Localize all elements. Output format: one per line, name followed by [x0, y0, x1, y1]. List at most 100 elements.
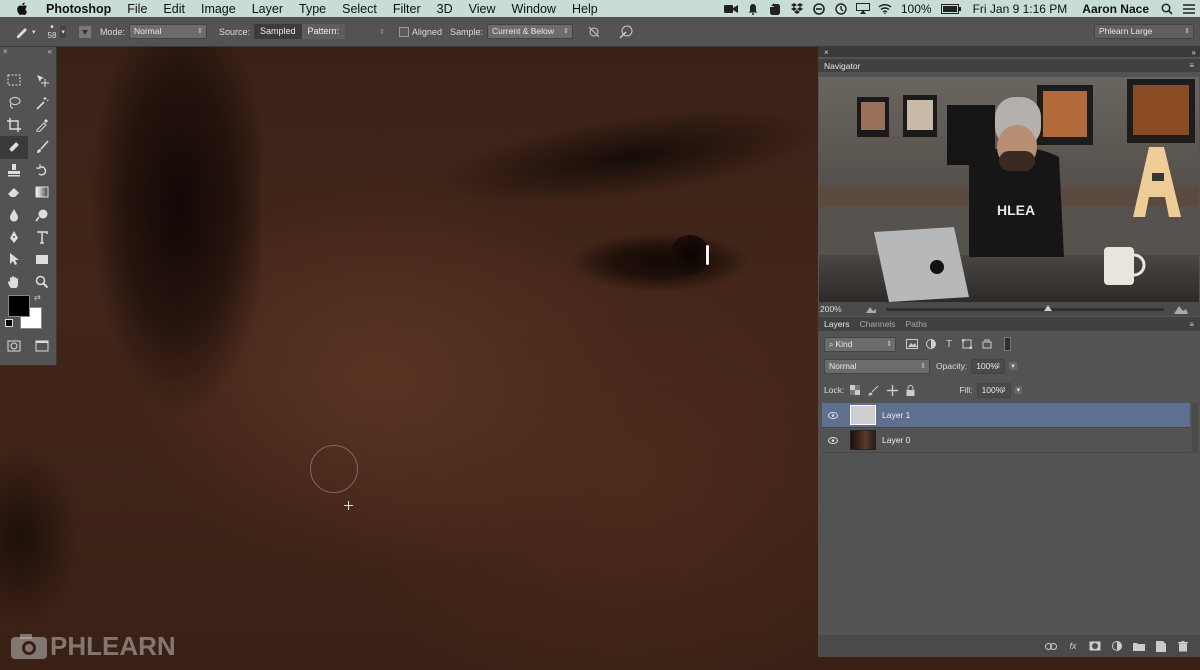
menu-filter[interactable]: Filter — [393, 2, 421, 16]
source-pattern-option[interactable]: Pattern: — [301, 24, 346, 39]
filter-adjustment-icon[interactable] — [926, 339, 936, 349]
layer-1-name[interactable]: Layer 1 — [882, 410, 910, 420]
facetime-icon[interactable] — [723, 3, 738, 15]
gradient-tool[interactable] — [28, 181, 56, 203]
add-mask-icon[interactable] — [1088, 640, 1102, 652]
layer-0-name[interactable]: Layer 0 — [882, 435, 910, 445]
marquee-tool[interactable] — [0, 69, 28, 91]
healing-brush-tool-icon[interactable] — [14, 25, 30, 39]
foreground-color-swatch[interactable] — [8, 294, 30, 317]
evernote-icon[interactable] — [768, 2, 782, 15]
menu-window[interactable]: Window — [512, 2, 556, 16]
layer-style-fx-icon[interactable]: fx — [1066, 640, 1080, 652]
zoom-in-mountain-icon[interactable] — [1174, 305, 1188, 314]
fill-slider-arrow-icon[interactable]: ▾ — [1014, 386, 1023, 394]
menu-help[interactable]: Help — [572, 2, 598, 16]
menu-select[interactable]: Select — [342, 2, 377, 16]
move-tool[interactable] — [28, 69, 56, 91]
aligned-checkbox[interactable] — [398, 26, 409, 37]
dodge-tool[interactable] — [28, 203, 56, 225]
toolbox-collapse-icon[interactable]: « — [48, 47, 52, 57]
menu-edit[interactable]: Edit — [163, 2, 185, 16]
time-machine-icon[interactable] — [834, 2, 848, 15]
workspace-dropdown[interactable]: Phlearn Large — [1094, 24, 1194, 39]
opacity-input[interactable]: 100% — [971, 358, 1006, 374]
filter-toggle-switch[interactable] — [1004, 337, 1012, 351]
menu-layer[interactable]: Layer — [252, 2, 283, 16]
filter-type-icon[interactable]: T — [946, 339, 952, 350]
navigator-close-icon[interactable]: × — [824, 48, 829, 57]
toolbox-close-icon[interactable]: × — [3, 47, 8, 56]
airplay-icon[interactable] — [855, 3, 870, 15]
blur-tool[interactable] — [0, 203, 28, 225]
filter-kind-dropdown[interactable]: ⌕ Kind — [824, 336, 896, 352]
source-sampled-option[interactable]: Sampled — [253, 24, 302, 39]
fill-input[interactable]: 100% — [976, 382, 1011, 398]
brush-tool[interactable] — [28, 136, 56, 158]
menu-type[interactable]: Type — [299, 2, 326, 16]
menubar-clock[interactable]: Fri Jan 9 1:16 PM — [973, 2, 1068, 16]
link-layers-icon[interactable] — [1044, 640, 1058, 652]
screen-mode-icon[interactable] — [35, 339, 49, 357]
menu-3d[interactable]: 3D — [437, 2, 453, 16]
hand-tool[interactable] — [0, 271, 28, 293]
toolbox-header[interactable]: × « — [0, 47, 56, 57]
lock-all-icon[interactable] — [906, 384, 915, 396]
tool-preset-dropdown-arrow-icon[interactable]: ▾ — [32, 28, 36, 36]
brush-preset-picker[interactable]: • 58 — [48, 22, 57, 40]
apple-icon[interactable] — [16, 2, 30, 16]
menu-image[interactable]: Image — [201, 2, 236, 16]
battery-icon[interactable] — [940, 3, 961, 15]
crop-tool[interactable] — [0, 114, 28, 136]
zoom-tool[interactable] — [28, 271, 56, 293]
swap-colors-icon[interactable]: ⇄ — [34, 293, 41, 302]
zoom-slider[interactable] — [886, 304, 1164, 311]
quick-mask-icon[interactable] — [7, 339, 21, 357]
lasso-tool[interactable] — [0, 91, 28, 113]
notification-center-icon[interactable] — [1182, 3, 1196, 15]
menu-app-name[interactable]: Photoshop — [46, 2, 111, 16]
ignore-adjustment-layers-icon[interactable] — [587, 25, 601, 39]
pen-tool[interactable] — [0, 226, 28, 248]
eyedropper-tool[interactable] — [28, 114, 56, 136]
path-selection-tool[interactable] — [0, 248, 28, 270]
dropbox-icon[interactable] — [790, 3, 804, 15]
navigator-menu-icon[interactable]: ≡ — [1189, 61, 1194, 70]
clone-stamp-tool[interactable] — [0, 159, 28, 181]
layer-1-thumbnail[interactable] — [850, 405, 876, 425]
navigator-preview[interactable]: HLEA — [819, 77, 1199, 302]
lock-image-pixels-icon[interactable] — [868, 385, 879, 396]
layer-0-visibility-eye-icon[interactable] — [826, 436, 840, 444]
tab-layers[interactable]: Layers — [824, 319, 850, 329]
blend-mode-dropdown[interactable]: Normal — [824, 358, 930, 374]
new-group-folder-icon[interactable] — [1132, 640, 1146, 652]
magic-wand-tool[interactable] — [28, 91, 56, 113]
filter-pixel-icon[interactable] — [906, 339, 918, 349]
mode-dropdown[interactable]: Normal — [128, 24, 207, 39]
lock-transparent-pixels-icon[interactable] — [850, 385, 861, 395]
layer-row-layer-0[interactable]: Layer 0 — [822, 428, 1190, 453]
sample-dropdown[interactable]: Current & Below — [486, 24, 573, 39]
search-icon[interactable] — [1160, 3, 1174, 15]
type-tool[interactable] — [28, 226, 56, 248]
clone-source-panel-icon[interactable] — [78, 25, 92, 39]
notification-bell-icon[interactable] — [746, 3, 760, 15]
pattern-picker-arrow-icon[interactable]: ⇕ — [379, 28, 385, 36]
navigator-tab[interactable]: Navigator — [824, 61, 860, 71]
wifi-icon[interactable] — [878, 3, 892, 15]
navigator-collapse-icon[interactable]: » — [1192, 48, 1196, 57]
new-layer-icon[interactable] — [1154, 640, 1168, 652]
menubar-username[interactable]: Aaron Nace — [1082, 2, 1149, 16]
pressure-size-icon[interactable] — [619, 25, 633, 39]
delete-layer-trash-icon[interactable] — [1176, 640, 1190, 652]
menu-file[interactable]: File — [127, 2, 147, 16]
layer-0-thumbnail[interactable] — [850, 430, 876, 450]
brush-picker-arrow-icon[interactable]: ▾ — [60, 25, 66, 38]
layers-menu-icon[interactable]: ≡ — [1189, 320, 1194, 329]
zoom-slider-thumb[interactable] — [1044, 304, 1052, 311]
tab-channels[interactable]: Channels — [860, 319, 896, 329]
new-adjustment-layer-icon[interactable] — [1110, 640, 1124, 652]
layers-scrollbar[interactable] — [1192, 403, 1198, 453]
spot-healing-brush-tool[interactable] — [0, 136, 28, 159]
document-canvas[interactable]: PHLEARN — [0, 47, 818, 670]
